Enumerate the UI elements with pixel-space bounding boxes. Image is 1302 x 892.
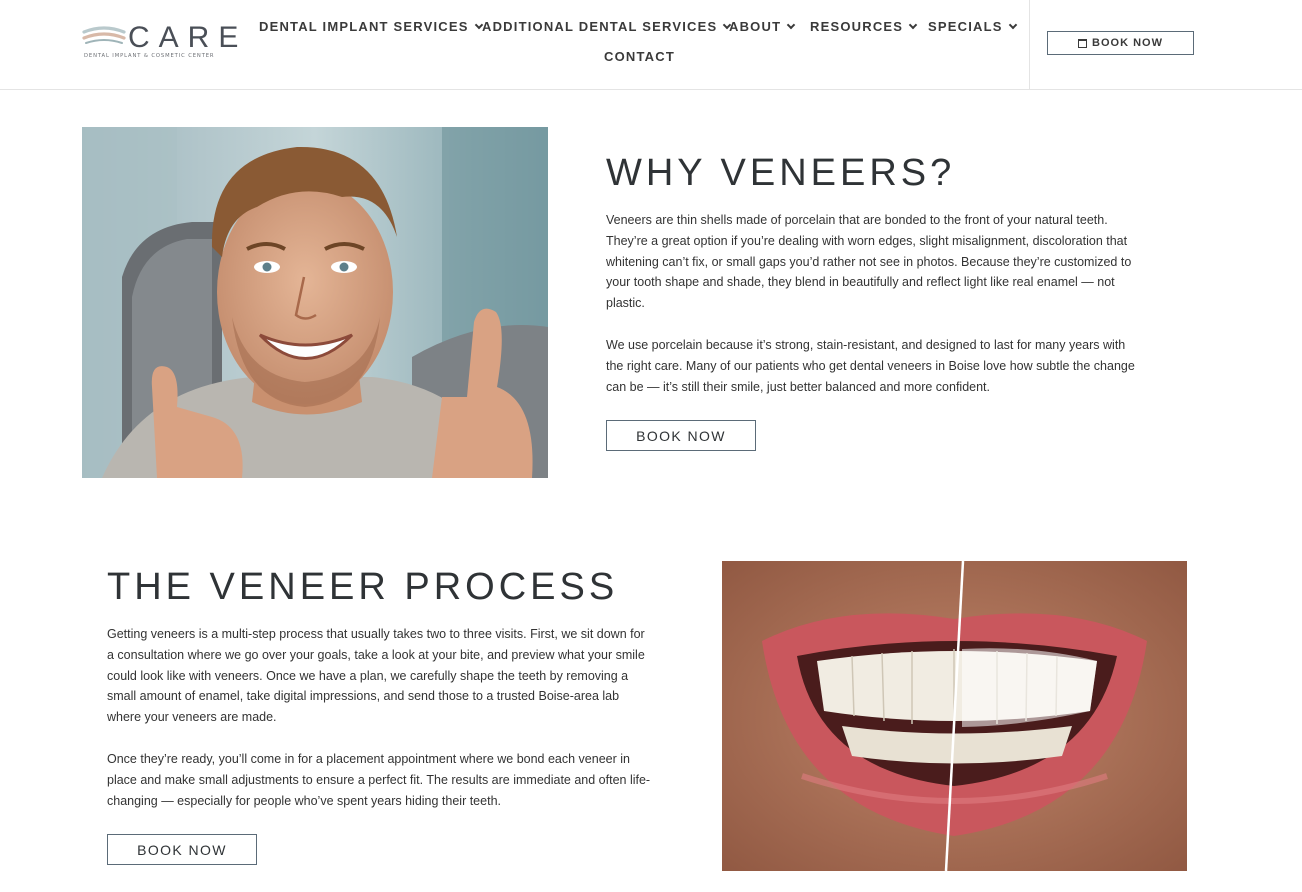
veneer-process-heading: THE VENEER PROCESS [107, 566, 619, 608]
nav-item-dental-implant-services[interactable]: DENTAL IMPLANT SERVICES [259, 19, 483, 34]
header-divider [1029, 0, 1030, 90]
why-book-now-button[interactable]: BOOK NOW [606, 420, 756, 451]
nav-item-label: ADDITIONAL DENTAL SERVICES [482, 19, 718, 34]
why-veneers-paragraph-2: We use porcelain because it’s strong, st… [606, 338, 1135, 394]
nav-item-contact[interactable]: CONTACT [604, 49, 675, 64]
header-book-label: BOOK NOW [1092, 37, 1163, 49]
veneer-process-paragraph-2: Once they’re ready, you’ll come in for a… [107, 752, 651, 808]
nav-item-label: RESOURCES [810, 19, 904, 34]
logo-wordmark: CARE [128, 21, 248, 54]
chevron-down-icon [786, 20, 796, 29]
calendar-icon [1078, 38, 1088, 48]
nav-item-resources[interactable]: RESOURCES [810, 19, 918, 34]
logo-swoosh-icon [82, 26, 126, 44]
before-after-smile-photo [722, 561, 1187, 871]
why-veneers-heading: WHY VENEERS? [606, 152, 956, 194]
nav-item-about[interactable]: ABOUT [729, 19, 796, 34]
veneer-process-paragraph-1: Getting veneers is a multi-step process … [107, 627, 645, 725]
patient-photo-illustration [82, 127, 548, 478]
nav-item-label: DENTAL IMPLANT SERVICES [259, 19, 469, 34]
logo-tagline: DENTAL IMPLANT & COSMETIC CENTER [84, 53, 215, 59]
nav-item-label: ABOUT [729, 19, 782, 34]
care-logo[interactable]: CARE DENTAL IMPLANT & COSMETIC CENTER [82, 22, 247, 62]
chevron-down-icon [1008, 20, 1017, 29]
header-book-now-button[interactable]: BOOK NOW [1047, 31, 1194, 55]
site-header: CARE DENTAL IMPLANT & COSMETIC CENTER DE… [0, 0, 1302, 90]
nav-item-specials[interactable]: SPECIALS [928, 19, 1017, 34]
why-veneers-paragraph-1: Veneers are thin shells made of porcelai… [606, 213, 1132, 311]
nav-row: DENTAL IMPLANT SERVICES ADDITIONAL DENTA… [250, 14, 1030, 40]
process-book-now-button[interactable]: BOOK NOW [107, 834, 257, 865]
nav-item-additional-dental-services[interactable]: ADDITIONAL DENTAL SERVICES [482, 19, 732, 34]
smile-comparison-illustration [722, 561, 1187, 871]
smiling-man-thumbs-up-photo [82, 127, 548, 478]
chevron-down-icon [908, 20, 918, 29]
nav-item-label: SPECIALS [928, 19, 1003, 34]
